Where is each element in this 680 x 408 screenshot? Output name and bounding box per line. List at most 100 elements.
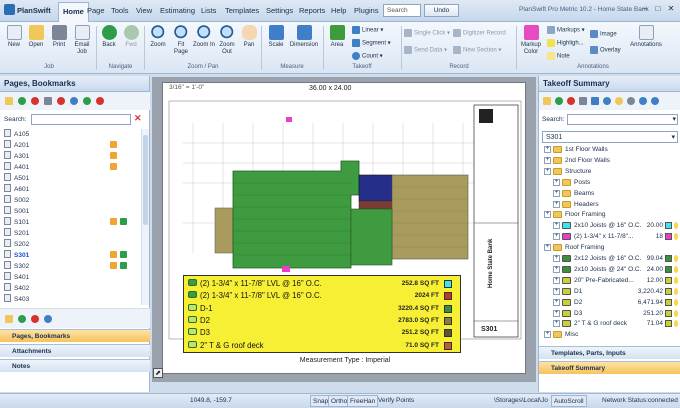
page-item[interactable]: S402	[0, 283, 140, 293]
menu-lists[interactable]: Lists	[201, 6, 216, 15]
visibility-bulb-icon[interactable]	[674, 255, 678, 262]
image-button[interactable]: Image	[590, 30, 617, 38]
area-d1-center[interactable]	[350, 208, 393, 266]
verify-points-toggle[interactable]: Verify Points	[378, 397, 414, 404]
back-button[interactable]: Back	[99, 25, 119, 49]
area-d3[interactable]	[358, 174, 393, 202]
visibility-bulb-icon[interactable]	[674, 298, 678, 306]
tree-item[interactable]: + D3 251.20	[539, 309, 679, 319]
expand-toggle-icon[interactable]: +	[553, 276, 560, 284]
expand-toggle-icon[interactable]: +	[544, 156, 551, 164]
visibility-bulb-icon[interactable]	[674, 309, 678, 317]
send-data-button[interactable]: Send Data ▾	[404, 46, 447, 54]
tree-item[interactable]: +2x10 Joists @ 24" O.C. 24.00	[539, 265, 679, 275]
forward-button[interactable]: Fwd	[121, 25, 141, 49]
menu-plugins[interactable]: Plugins	[354, 6, 379, 15]
area-button[interactable]: Area	[326, 25, 348, 49]
new-section-button[interactable]: New Section ▾	[453, 46, 501, 54]
menu-home[interactable]: Home	[58, 2, 89, 22]
email-job-button[interactable]: Email Job	[72, 25, 92, 56]
menu-settings[interactable]: Settings	[266, 6, 293, 15]
delete-icon[interactable]	[31, 97, 39, 105]
menu-help[interactable]: Help	[331, 6, 346, 15]
bar-attachments[interactable]: Attachments	[0, 344, 150, 357]
area-roof-deck[interactable]	[358, 200, 393, 210]
markup-color-button[interactable]: Markup Color	[518, 25, 544, 56]
print-icon[interactable]	[579, 97, 587, 105]
tree-folder[interactable]: +1st Floor Walls	[539, 145, 679, 155]
delete-icon[interactable]	[567, 97, 575, 105]
menu-templates[interactable]: Templates	[225, 6, 259, 15]
menu-view[interactable]: View	[136, 6, 152, 15]
open-button[interactable]: Open	[26, 25, 46, 49]
digitizer-record-button[interactable]: Digitizer Record	[453, 29, 506, 37]
page-item[interactable]: S403	[0, 294, 140, 304]
expand-toggle-icon[interactable]: +	[553, 222, 560, 230]
new-button[interactable]: New	[4, 25, 24, 49]
search-input[interactable]: Search	[383, 4, 421, 17]
page-item[interactable]: A105	[0, 129, 140, 139]
note-button[interactable]: Note	[547, 52, 570, 60]
area-d1[interactable]	[232, 160, 360, 269]
search-dropdown-icon[interactable]: ▾	[672, 115, 676, 123]
bar-templates-parts[interactable]: Templates, Parts, Inputs	[539, 346, 680, 359]
annotations-button[interactable]: Annotations	[626, 25, 666, 49]
page-item[interactable]: A401	[0, 162, 140, 172]
print-icon[interactable]	[44, 97, 52, 105]
tree-item[interactable]: +2" T & G roof deck 71.04	[539, 319, 679, 329]
linear-button[interactable]: Linear ▾	[352, 26, 383, 34]
folder-icon[interactable]	[543, 97, 551, 105]
expand-toggle-icon[interactable]: +	[553, 178, 560, 186]
add-icon[interactable]	[18, 315, 26, 323]
area-d2[interactable]	[391, 174, 469, 260]
tree-item[interactable]: + (2) 1-3/4" x 11-7/8"... 18	[539, 232, 679, 242]
undo-button[interactable]: Undo	[424, 4, 459, 17]
right-search-input[interactable]: ▾	[567, 114, 678, 125]
copy-icon[interactable]	[591, 97, 599, 105]
tree-item[interactable]: +2x12 Joists @ 16" O.C. 99.04	[539, 254, 679, 264]
menu-page[interactable]: Page	[87, 6, 105, 15]
refresh-icon[interactable]	[603, 97, 611, 105]
page-item[interactable]: S401	[0, 272, 140, 282]
bar-takeoff-summary[interactable]: Takeoff Summary	[539, 361, 680, 374]
minimize-icon[interactable]: –	[640, 4, 650, 14]
tree-folder[interactable]: + Beams	[539, 189, 679, 199]
up-arrow-icon[interactable]	[639, 97, 647, 105]
zoom-button[interactable]: Zoom	[147, 25, 169, 49]
overlay-button[interactable]: Overlay	[590, 46, 621, 54]
tree-folder[interactable]: + Posts	[539, 178, 679, 188]
expand-toggle-icon[interactable]: +	[553, 200, 560, 208]
highlight-button[interactable]: Highligh...	[547, 39, 584, 47]
down-arrow-icon[interactable]	[651, 97, 659, 105]
bar-notes[interactable]: Notes	[0, 359, 150, 372]
left-search-input[interactable]	[31, 114, 131, 125]
lightbulb-icon[interactable]	[615, 97, 623, 105]
tree-folder[interactable]: +2nd Floor Walls	[539, 156, 679, 166]
zoom-in-button[interactable]: Zoom In	[193, 25, 215, 49]
page-filter-dropdown[interactable]: S301 ▾	[542, 131, 678, 143]
tree-folder[interactable]: + Roof Framing	[539, 243, 679, 253]
page-item[interactable]: A601	[0, 184, 140, 194]
page-item[interactable]: S002	[0, 195, 140, 205]
visibility-bulb-icon[interactable]	[674, 265, 678, 273]
expand-toggle-icon[interactable]: +	[553, 320, 560, 328]
freehand-toggle[interactable]: FreeHan	[347, 395, 379, 407]
add-icon[interactable]	[555, 97, 563, 105]
print-button[interactable]: Print	[48, 25, 70, 49]
clear-search-icon[interactable]: ✕	[134, 113, 142, 124]
page-item[interactable]: A301	[0, 151, 140, 161]
markups-button[interactable]: Markups ▾	[547, 26, 585, 34]
tree-item[interactable]: +2x10 Joists @ 16" O.C. 20.00	[539, 221, 679, 231]
folder-icon[interactable]	[5, 97, 13, 105]
page-item[interactable]: A501	[0, 173, 140, 183]
settings-icon[interactable]	[627, 97, 635, 105]
drawing-sheet[interactable]: 3/16" = 1'-0" 36.00 x 24.00 Home State B…	[162, 82, 526, 374]
minus-circle-icon[interactable]	[96, 97, 104, 105]
add-icon[interactable]	[18, 97, 26, 105]
page-item[interactable]: A201	[0, 140, 140, 150]
expand-toggle-icon[interactable]: +	[553, 189, 560, 197]
menu-estimating[interactable]: Estimating	[160, 6, 195, 15]
page-item[interactable]: S001	[0, 206, 140, 216]
tree-item[interactable]: +20" Pre-Fabricated... 12.00	[539, 276, 679, 286]
visibility-bulb-icon[interactable]	[674, 320, 678, 328]
